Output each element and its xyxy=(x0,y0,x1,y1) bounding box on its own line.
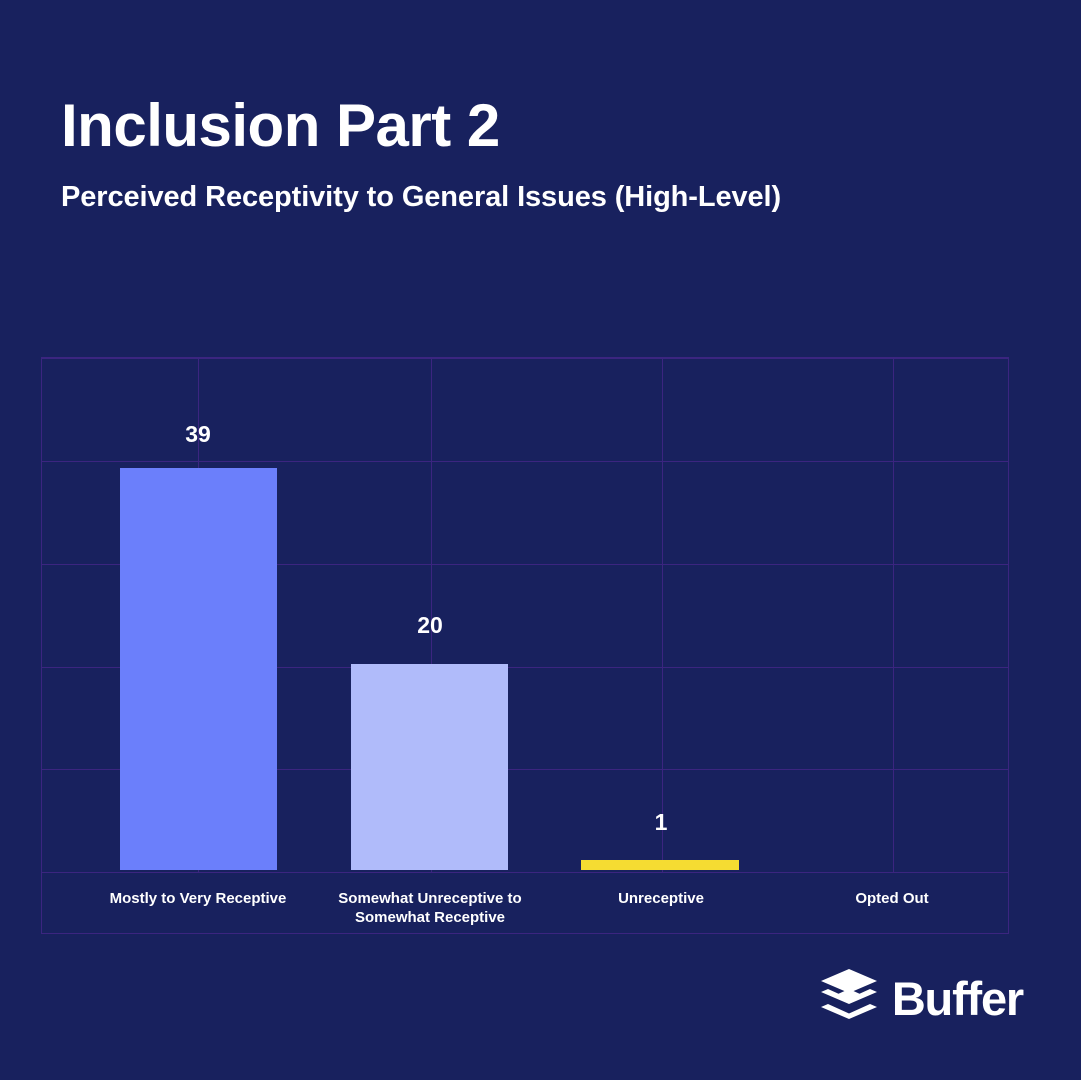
page-subtitle: Perceived Receptivity to General Issues … xyxy=(61,181,782,213)
bar-value-label: 39 xyxy=(185,421,211,447)
chart-header: Inclusion Part 2 Perceived Receptivity t… xyxy=(61,96,1021,214)
bars-layer: 39 20 1 Mostly to Very Receptive Somewha… xyxy=(42,358,1008,933)
bar-somewhat-unreceptive-to-somewhat-receptive[interactable] xyxy=(351,664,508,870)
bar-value-label: 20 xyxy=(417,612,443,638)
x-axis-label-opted-out: Opted Out xyxy=(855,890,929,907)
buffer-layers-icon xyxy=(820,969,878,1028)
x-axis-label-mostly-to-very-receptive: Mostly to Very Receptive xyxy=(109,890,287,907)
page-title: Inclusion Part 2 xyxy=(61,92,500,159)
bar-value-label: 1 xyxy=(654,809,668,835)
x-axis-label-unreceptive: Unreceptive xyxy=(618,890,704,907)
buffer-wordmark: Buffer xyxy=(891,972,1024,1025)
x-axis-label-somewhat-unreceptive-to-somewhat-receptive: Somewhat Unreceptive to Somewhat Recepti… xyxy=(338,890,522,927)
bar-mostly-to-very-receptive[interactable] xyxy=(120,468,277,870)
bar-unreceptive[interactable] xyxy=(581,860,739,870)
buffer-logo: Buffer xyxy=(820,969,1024,1028)
chart-plot-area: 39 20 1 Mostly to Very Receptive Somewha… xyxy=(41,357,1009,934)
